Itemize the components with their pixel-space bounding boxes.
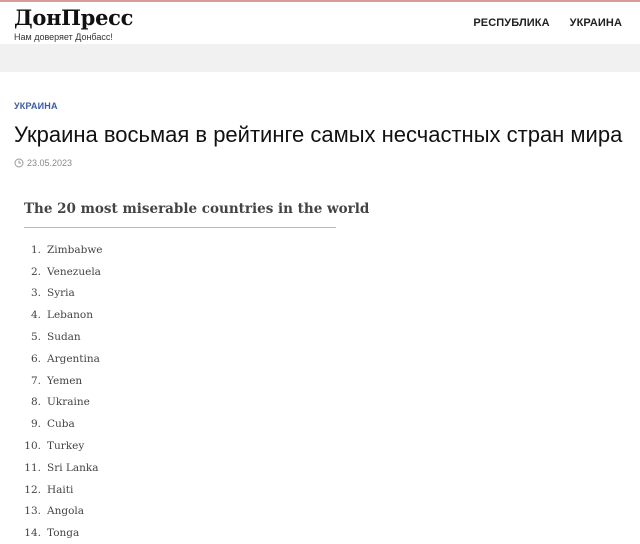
nav-item-ukraine[interactable]: УКРАИНА bbox=[570, 17, 622, 29]
banner-strip bbox=[0, 44, 640, 72]
list-item: 5. Sudan bbox=[24, 326, 103, 348]
list-item-name: Zimbabwe bbox=[47, 243, 103, 256]
list-item-number: 10. bbox=[24, 440, 41, 453]
list-item: 7. Yemen bbox=[24, 370, 103, 392]
list-item-name: Sudan bbox=[47, 331, 81, 344]
figure-divider bbox=[24, 227, 336, 228]
list-item: 13. Angola bbox=[24, 501, 103, 523]
clock-icon bbox=[14, 158, 24, 168]
list-item-name: Lebanon bbox=[47, 309, 94, 322]
article-category[interactable]: УКРАИНА bbox=[14, 101, 58, 111]
list-item: 9. Cuba bbox=[24, 413, 103, 435]
list-item-name: Angola bbox=[47, 505, 85, 518]
list-item: 11. Sri Lanka bbox=[24, 457, 103, 479]
list-item: 14. Tonga bbox=[24, 522, 103, 544]
list-item-number: 9. bbox=[30, 418, 41, 431]
list-item-name: Yemen bbox=[47, 374, 83, 387]
article-date-text: 23.05.2023 bbox=[27, 158, 73, 168]
list-item: 4. Lebanon bbox=[24, 304, 103, 326]
list-item-number: 8. bbox=[30, 396, 41, 409]
nav-item-republic[interactable]: РЕСПУБЛИКА bbox=[473, 17, 549, 29]
article-title: Украина восьмая в рейтинге самых несчаст… bbox=[14, 122, 623, 147]
list-item-name: Argentina bbox=[47, 352, 100, 365]
list-item-number: 13. bbox=[24, 505, 41, 518]
site-header: ДонПресс Нам доверяет Донбасс! РЕСПУБЛИК… bbox=[0, 2, 640, 44]
list-item-number: 11. bbox=[24, 461, 41, 474]
list-item-number: 4. bbox=[30, 309, 41, 322]
list-item-name: Cuba bbox=[47, 418, 75, 431]
list-item-name: Syria bbox=[47, 287, 75, 300]
list-item: 2. Venezuela bbox=[24, 261, 103, 283]
list-item-name: Haiti bbox=[47, 483, 74, 496]
list-item-name: Sri Lanka bbox=[47, 461, 99, 474]
list-item-number: 1. bbox=[30, 243, 41, 256]
list-item: 10. Turkey bbox=[24, 435, 103, 457]
list-item: 1. Zimbabwe bbox=[24, 239, 103, 261]
list-item-number: 14. bbox=[24, 527, 41, 540]
site-logo[interactable]: ДонПресс bbox=[14, 5, 133, 30]
article-image: The 20 most miserable countries in the w… bbox=[24, 190, 369, 539]
list-item: 3. Syria bbox=[24, 283, 103, 305]
main-nav: РЕСПУБЛИКА УКРАИНА bbox=[473, 17, 622, 29]
list-item-number: 6. bbox=[30, 352, 41, 365]
article-date: 23.05.2023 bbox=[14, 158, 72, 168]
list-item-name: Venezuela bbox=[47, 265, 101, 278]
list-item-number: 12. bbox=[24, 483, 41, 496]
list-item: 6. Argentina bbox=[24, 348, 103, 370]
countries-list: 1. Zimbabwe 2. Venezuela 3. Syria 4. Lebanon… bbox=[24, 239, 103, 544]
list-item-number: 7. bbox=[30, 374, 41, 387]
list-item: 12. Haiti bbox=[24, 479, 103, 501]
site-tagline: Нам доверяет Донбасс! bbox=[14, 32, 113, 42]
list-item-name: Ukraine bbox=[47, 396, 90, 409]
list-item-name: Tonga bbox=[47, 527, 80, 540]
list-item-number: 3. bbox=[30, 287, 41, 300]
list-item: 8. Ukraine bbox=[24, 392, 103, 414]
figure-title: The 20 most miserable countries in the w… bbox=[24, 201, 370, 217]
list-item-number: 5. bbox=[30, 331, 41, 344]
list-item-number: 2. bbox=[30, 265, 41, 278]
list-item-name: Turkey bbox=[47, 440, 85, 453]
